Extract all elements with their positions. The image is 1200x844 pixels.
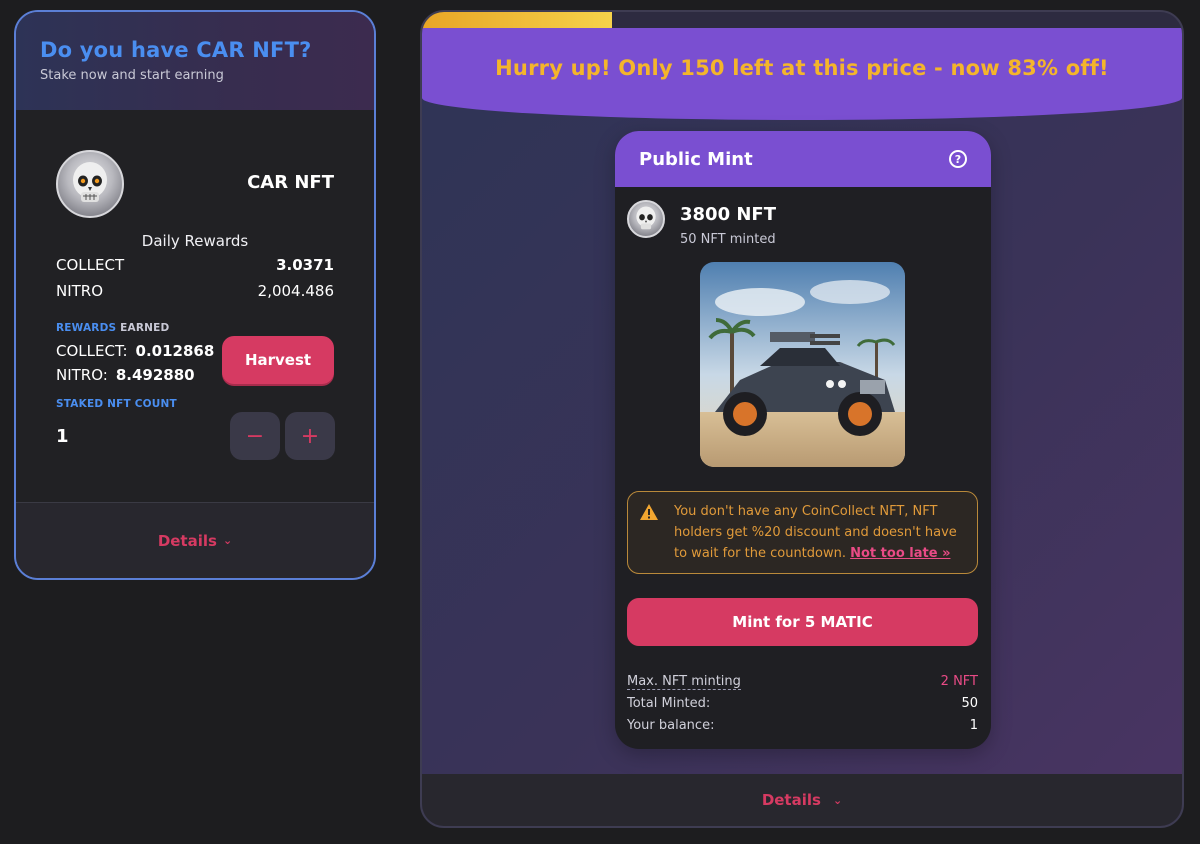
mint-card-title: Public Mint: [639, 148, 753, 170]
mint-panel: Hurry up! Only 150 left at this price - …: [420, 10, 1184, 828]
mint-button[interactable]: Mint for 5 MATIC: [627, 598, 978, 646]
stake-card: Do you have CAR NFT? Stake now and start…: [14, 10, 376, 580]
earned-row: NITRO: 8.492880: [56, 366, 195, 384]
harvest-button[interactable]: Harvest: [222, 336, 334, 384]
rewards-label: REWARDS: [56, 322, 117, 334]
nft-name: CAR NFT: [247, 172, 334, 193]
info-row-total-minted: Total Minted: 50: [627, 696, 978, 711]
hurry-banner: Hurry up! Only 150 left at this price - …: [422, 28, 1182, 120]
decrement-button[interactable]: −: [230, 412, 280, 460]
reward-token: NITRO: [56, 282, 104, 300]
stake-header: Do you have CAR NFT? Stake now and start…: [16, 12, 374, 110]
mint-card-header: Public Mint ?: [615, 131, 991, 187]
not-too-late-link[interactable]: Not too late »: [850, 546, 950, 561]
earned-token: NITRO:: [56, 366, 108, 384]
collection-avatar: [627, 200, 665, 238]
earned-token: COLLECT:: [56, 342, 128, 360]
skull-icon: [636, 206, 656, 230]
public-mint-card: Public Mint ? 3800 NFT 50 NFT minted You…: [615, 131, 991, 749]
details-label: Details: [761, 791, 821, 809]
skull-avatar: [56, 150, 124, 218]
skull-icon: [73, 162, 107, 202]
minted-count: 50 NFT minted: [680, 232, 776, 247]
total-minted-label: Total Minted:: [627, 696, 711, 711]
max-minting-label[interactable]: Max. NFT minting: [627, 674, 741, 690]
increment-button[interactable]: +: [285, 412, 335, 460]
question-circle-icon[interactable]: ?: [949, 150, 967, 168]
reward-value: 3.0371: [276, 256, 334, 274]
collection-supply: 3800 NFT: [680, 204, 777, 225]
earned-label: EARNED: [120, 322, 170, 334]
daily-reward-row: COLLECT 3.0371: [56, 256, 334, 274]
stake-body: CAR NFT Daily Rewards COLLECT 3.0371 NIT…: [16, 110, 374, 504]
mint-details-toggle[interactable]: Details ⌄: [422, 774, 1182, 826]
earned-value: 8.492880: [115, 366, 195, 384]
chevron-down-icon: ⌄: [832, 793, 843, 807]
daily-reward-row: NITRO 2,004.486: [56, 282, 334, 300]
chevron-down-icon: ⌄: [222, 534, 233, 547]
balance-label: Your balance:: [627, 718, 715, 733]
earned-value: 0.012868: [135, 342, 215, 360]
details-label: Details: [157, 531, 217, 550]
stake-details-toggle[interactable]: Details ⌄: [16, 502, 374, 578]
balance-value: 1: [969, 718, 978, 733]
rewards-earned-label: REWARDS EARNED: [56, 322, 169, 334]
nft-car-image: [700, 262, 905, 467]
info-row-balance: Your balance: 1: [627, 718, 978, 733]
warning-box: You don't have any CoinCollect NFT, NFT …: [627, 491, 978, 574]
staked-count-value: 1: [56, 426, 69, 447]
stake-subtitle: Stake now and start earning: [40, 68, 224, 83]
car-illustration: [700, 262, 905, 467]
daily-rewards-label: Daily Rewards: [141, 232, 249, 250]
earned-row: COLLECT: 0.012868: [56, 342, 214, 360]
staked-count-label: STAKED NFT COUNT: [56, 398, 177, 410]
info-row-max-minting: Max. NFT minting 2 NFT: [627, 674, 978, 690]
reward-token: COLLECT: [56, 256, 125, 274]
total-minted-value: 50: [961, 696, 978, 711]
stake-title: Do you have CAR NFT?: [40, 38, 312, 62]
warning-icon: [640, 504, 658, 520]
reward-value: 2,004.486: [257, 282, 334, 300]
max-minting-value: 2 NFT: [940, 674, 978, 689]
